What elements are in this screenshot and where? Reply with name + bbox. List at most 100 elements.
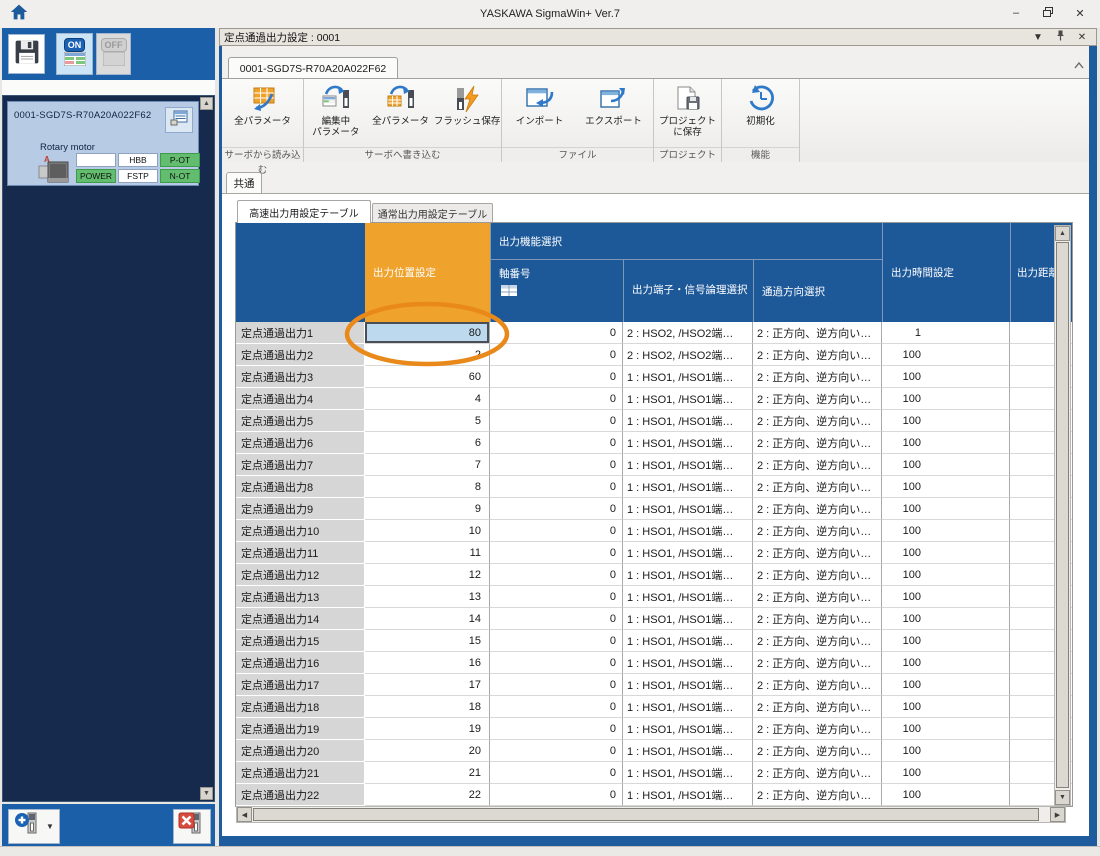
pass-direction-cell[interactable]: 2 : 正方向、逆方向い… — [753, 454, 882, 476]
output-time-cell[interactable]: 100 — [882, 454, 1010, 476]
output-position-cell[interactable]: 8 — [365, 476, 490, 498]
device-scroll-up-icon[interactable]: ▲ — [200, 97, 213, 110]
vertical-scroll-thumb[interactable] — [1056, 242, 1069, 788]
axis-number-cell[interactable]: 0 — [490, 542, 623, 564]
axis-number-cell[interactable]: 0 — [490, 718, 623, 740]
output-terminal-cell[interactable]: 1 : HSO1, /HSO1端… — [623, 762, 753, 784]
axis-number-cell[interactable]: 0 — [490, 608, 623, 630]
pass-direction-cell[interactable]: 2 : 正方向、逆方向い… — [753, 740, 882, 762]
tab-common[interactable]: 共通 — [226, 172, 262, 194]
output-time-cell[interactable]: 100 — [882, 674, 1010, 696]
output-time-cell[interactable]: 100 — [882, 718, 1010, 740]
axis-number-cell[interactable]: 0 — [490, 674, 623, 696]
restore-button[interactable] — [1034, 4, 1062, 22]
panel-pin-icon[interactable] — [1054, 30, 1066, 44]
output-terminal-cell[interactable]: 1 : HSO1, /HSO1端… — [623, 454, 753, 476]
output-time-cell[interactable]: 100 — [882, 630, 1010, 652]
axis-number-cell[interactable]: 0 — [490, 454, 623, 476]
axis-number-cell[interactable]: 0 — [490, 388, 623, 410]
add-axis-button[interactable]: ▼ — [8, 809, 60, 844]
pass-direction-cell[interactable]: 2 : 正方向、逆方向い… — [753, 410, 882, 432]
save-button[interactable] — [8, 34, 45, 74]
output-time-cell[interactable]: 100 — [882, 344, 1010, 366]
output-time-cell[interactable]: 100 — [882, 520, 1010, 542]
output-time-cell[interactable]: 100 — [882, 476, 1010, 498]
output-position-cell[interactable]: 4 — [365, 388, 490, 410]
pass-direction-cell[interactable]: 2 : 正方向、逆方向い… — [753, 652, 882, 674]
pass-direction-cell[interactable]: 2 : 正方向、逆方向い… — [753, 564, 882, 586]
output-terminal-cell[interactable]: 1 : HSO1, /HSO1端… — [623, 652, 753, 674]
pass-direction-cell[interactable]: 2 : 正方向、逆方向い… — [753, 696, 882, 718]
pass-direction-cell[interactable]: 2 : 正方向、逆方向い… — [753, 542, 882, 564]
output-terminal-cell[interactable]: 1 : HSO1, /HSO1端… — [623, 564, 753, 586]
scroll-up-icon[interactable]: ▲ — [1055, 226, 1070, 241]
read-all-parameters-button[interactable]: 全パラメータ — [224, 82, 302, 146]
output-terminal-cell[interactable]: 2 : HSO2, /HSO2端… — [623, 344, 753, 366]
minimize-button[interactable]: – — [1002, 4, 1030, 22]
output-position-cell[interactable]: 5 — [365, 410, 490, 432]
output-position-cell[interactable]: 10 — [365, 520, 490, 542]
subtab-normal-output-table[interactable]: 通常出力用設定テーブル — [372, 203, 493, 223]
axis-number-cell[interactable]: 0 — [490, 762, 623, 784]
output-time-cell[interactable]: 100 — [882, 432, 1010, 454]
flash-save-button[interactable]: フラッシュ保存 — [433, 82, 501, 146]
output-position-cell[interactable]: 16 — [365, 652, 490, 674]
pass-direction-cell[interactable]: 2 : 正方向、逆方向い… — [753, 718, 882, 740]
output-position-cell[interactable]: 21 — [365, 762, 490, 784]
output-terminal-cell[interactable]: 1 : HSO1, /HSO1端… — [623, 718, 753, 740]
axis-number-cell[interactable]: 0 — [490, 322, 623, 344]
axis-number-cell[interactable]: 0 — [490, 696, 623, 718]
axis-number-cell[interactable]: 0 — [490, 520, 623, 542]
axis-number-cell[interactable]: 0 — [490, 586, 623, 608]
output-terminal-cell[interactable]: 1 : HSO1, /HSO1端… — [623, 432, 753, 454]
pass-direction-cell[interactable]: 2 : 正方向、逆方向い… — [753, 322, 882, 344]
axis-number-cell[interactable]: 0 — [490, 740, 623, 762]
servo-off-button[interactable]: OFF — [96, 33, 131, 75]
output-position-cell[interactable]: 2 — [365, 344, 490, 366]
output-position-cell[interactable]: 13 — [365, 586, 490, 608]
device-card[interactable]: 0001-SGD7S-R70A20A022F62 Rotary motor A … — [7, 101, 199, 186]
output-terminal-cell[interactable]: 1 : HSO1, /HSO1端… — [623, 674, 753, 696]
output-terminal-cell[interactable]: 1 : HSO1, /HSO1端… — [623, 498, 753, 520]
device-details-button[interactable] — [165, 107, 193, 133]
output-terminal-cell[interactable]: 1 : HSO1, /HSO1端… — [623, 410, 753, 432]
output-position-cell[interactable]: 20 — [365, 740, 490, 762]
output-position-cell[interactable]: 60 — [365, 366, 490, 388]
output-terminal-cell[interactable]: 1 : HSO1, /HSO1端… — [623, 784, 753, 806]
pass-direction-cell[interactable]: 2 : 正方向、逆方向い… — [753, 784, 882, 806]
output-time-cell[interactable]: 100 — [882, 740, 1010, 762]
output-time-cell[interactable]: 100 — [882, 608, 1010, 630]
add-axis-dropdown-icon[interactable]: ▼ — [46, 822, 54, 831]
scroll-left-icon[interactable]: ◀ — [237, 807, 252, 822]
output-terminal-cell[interactable]: 1 : HSO1, /HSO1端… — [623, 740, 753, 762]
subtab-highspeed-output-table[interactable]: 高速出力用設定テーブル — [237, 200, 371, 223]
import-button[interactable]: インポート — [504, 82, 576, 146]
output-position-cell[interactable]: 22 — [365, 784, 490, 806]
output-terminal-cell[interactable]: 1 : HSO1, /HSO1端… — [623, 476, 753, 498]
output-terminal-cell[interactable]: 1 : HSO1, /HSO1端… — [623, 608, 753, 630]
write-editing-parameters-button[interactable]: 編集中 パラメータ — [304, 82, 368, 146]
output-time-cell[interactable]: 100 — [882, 586, 1010, 608]
output-time-cell[interactable]: 1 — [882, 322, 1010, 344]
output-time-cell[interactable]: 100 — [882, 564, 1010, 586]
output-terminal-cell[interactable]: 1 : HSO1, /HSO1端… — [623, 388, 753, 410]
output-position-cell[interactable]: 6 — [365, 432, 490, 454]
pass-direction-cell[interactable]: 2 : 正方向、逆方向い… — [753, 586, 882, 608]
axis-number-cell[interactable]: 0 — [490, 564, 623, 586]
pass-direction-cell[interactable]: 2 : 正方向、逆方向い… — [753, 498, 882, 520]
pass-direction-cell[interactable]: 2 : 正方向、逆方向い… — [753, 608, 882, 630]
output-position-cell[interactable]: 80 — [365, 322, 490, 344]
output-time-cell[interactable]: 100 — [882, 366, 1010, 388]
output-terminal-cell[interactable]: 2 : HSO2, /HSO2端… — [623, 322, 753, 344]
export-button[interactable]: エクスポート — [576, 82, 652, 146]
pass-direction-cell[interactable]: 2 : 正方向、逆方向い… — [753, 432, 882, 454]
output-terminal-cell[interactable]: 1 : HSO1, /HSO1端… — [623, 696, 753, 718]
output-time-cell[interactable]: 100 — [882, 410, 1010, 432]
output-position-cell[interactable]: 11 — [365, 542, 490, 564]
output-position-cell[interactable]: 19 — [365, 718, 490, 740]
output-position-cell[interactable]: 9 — [365, 498, 490, 520]
device-scroll-down-icon[interactable]: ▼ — [200, 787, 213, 800]
close-button[interactable]: ✕ — [1066, 4, 1094, 22]
axis-number-cell[interactable]: 0 — [490, 652, 623, 674]
pass-direction-cell[interactable]: 2 : 正方向、逆方向い… — [753, 674, 882, 696]
